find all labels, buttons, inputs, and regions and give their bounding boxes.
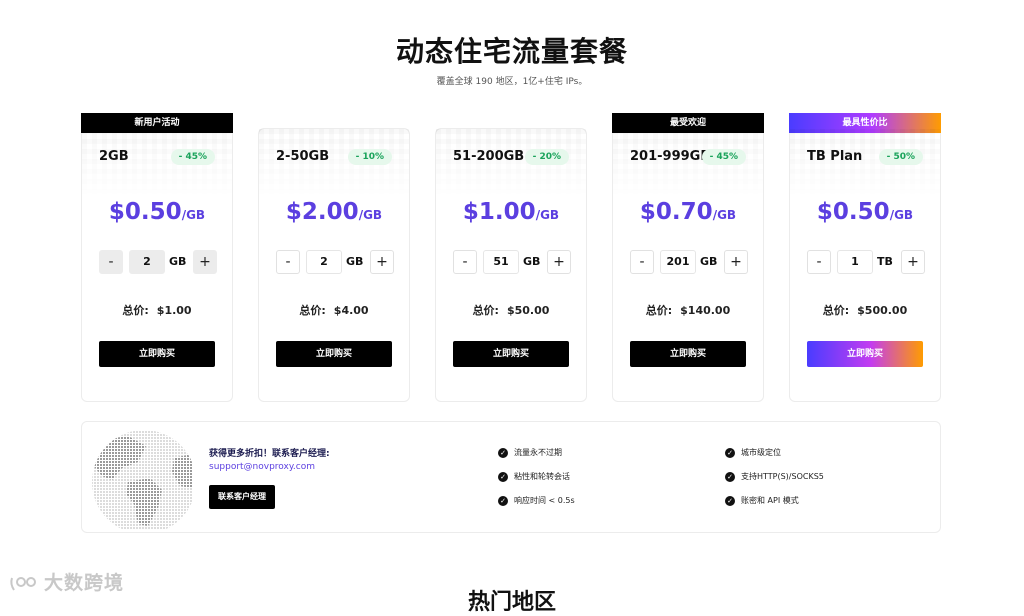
quantity-input[interactable]: 2 xyxy=(129,250,165,274)
contact-manager-button[interactable]: 联系客户经理 xyxy=(209,485,275,509)
decrease-button[interactable]: - xyxy=(807,250,831,274)
discount-badge: - 45% xyxy=(170,149,215,165)
total-price: 总价: $140.00 xyxy=(613,302,763,318)
page-subtitle: 覆盖全球 190 地区，1亿+住宅 IPs。 xyxy=(436,77,588,87)
total-label: 总价: xyxy=(822,304,850,317)
price-amount: $0.50 xyxy=(108,199,182,225)
discount-badge: - 10% xyxy=(347,149,392,165)
total-label: 总价: xyxy=(122,304,149,317)
increase-button[interactable]: + xyxy=(724,250,748,274)
total-label: 总价: xyxy=(472,304,499,317)
quantity-input[interactable]: 51 xyxy=(483,250,519,274)
quantity-unit: GB xyxy=(169,255,187,268)
quantity-unit: GB xyxy=(523,255,541,268)
plan-price: $2.00/GB xyxy=(259,199,409,225)
quantity-stepper: - 2 GB + xyxy=(276,250,394,276)
price-amount: $1.00 xyxy=(462,199,536,225)
price-unit: /GB xyxy=(889,208,914,222)
plan-name: 2-50GB xyxy=(276,149,330,164)
total-value: $50.00 xyxy=(506,304,550,317)
plan-name: 51-200GB xyxy=(453,149,525,164)
discount-contact-text: 获得更多折扣！联系客户经理: xyxy=(209,449,330,459)
discount-badge: - 20% xyxy=(524,149,569,165)
plan-price: $0.50/GB xyxy=(790,199,940,225)
decrease-button[interactable]: - xyxy=(99,250,123,274)
quantity-input[interactable]: 201 xyxy=(660,250,696,274)
buy-now-button[interactable]: 立即购买 xyxy=(276,341,392,367)
quantity-input[interactable]: 1 xyxy=(837,250,873,274)
feature-item: ✓ 支持HTTP(S)/SOCKS5 xyxy=(725,471,824,483)
globe-icon xyxy=(92,430,192,530)
plan-name: 201-999GB xyxy=(630,149,711,164)
quantity-unit: TB xyxy=(877,255,893,268)
decrease-button[interactable]: - xyxy=(453,250,477,274)
price-amount: $0.70 xyxy=(639,199,713,225)
check-icon: ✓ xyxy=(498,472,508,482)
buy-now-button[interactable]: 立即购买 xyxy=(99,341,215,367)
quantity-stepper: - 51 GB + xyxy=(453,250,571,276)
total-price: 总价: $500.00 xyxy=(790,302,940,318)
quantity-input[interactable]: 2 xyxy=(306,250,342,274)
quantity-unit: GB xyxy=(700,255,718,268)
contact-panel: 获得更多折扣！联系客户经理: support@novproxy.com 联系客户… xyxy=(81,421,941,533)
discount-badge: - 45% xyxy=(701,149,746,165)
price-unit: /GB xyxy=(181,208,206,222)
check-icon: ✓ xyxy=(725,496,735,506)
increase-button[interactable]: + xyxy=(901,250,925,274)
support-email-link[interactable]: support@novproxy.com xyxy=(209,462,315,472)
feature-item: ✓ 流量永不过期 xyxy=(498,447,562,459)
plan-name: TB Plan xyxy=(807,149,863,164)
plan-card-201-999gb: 最受欢迎 201-999GB - 45% $0.70/GB - 201 GB +… xyxy=(612,113,764,402)
plan-price: $0.50/GB xyxy=(82,199,232,225)
total-price: 总价: $1.00 xyxy=(82,302,232,318)
discount-badge: - 50% xyxy=(878,149,923,165)
increase-button[interactable]: + xyxy=(547,250,571,274)
total-value: $4.00 xyxy=(333,304,369,317)
plan-card-51-200gb: 51-200GB - 20% $1.00/GB - 51 GB + 总价: $50… xyxy=(435,128,587,402)
decrease-button[interactable]: - xyxy=(630,250,654,274)
section-heading-popular-regions: 热门地区 xyxy=(467,590,556,615)
increase-button[interactable]: + xyxy=(193,250,217,274)
plan-card-2gb: 新用户活动 2GB - 45% $0.50/GB - 2 GB + 总价: $1.… xyxy=(81,113,233,402)
price-amount: $2.00 xyxy=(285,199,359,225)
decrease-button[interactable]: - xyxy=(276,250,300,274)
check-icon: ✓ xyxy=(498,448,508,458)
price-amount: $0.50 xyxy=(816,199,890,225)
feature-item: ✓ 响应时间 < 0.5s xyxy=(498,495,575,507)
total-price: 总价: $50.00 xyxy=(436,302,586,318)
price-unit: /GB xyxy=(535,208,560,222)
buy-now-button[interactable]: 立即购买 xyxy=(630,341,746,367)
feature-item: ✓ 账密和 API 模式 xyxy=(725,495,799,507)
total-price: 总价: $4.00 xyxy=(259,302,409,318)
quantity-stepper: - 1 TB + xyxy=(807,250,925,276)
total-value: $140.00 xyxy=(680,304,731,317)
quantity-stepper: - 2 GB + xyxy=(99,250,217,276)
quantity-unit: GB xyxy=(346,255,364,268)
total-value: $1.00 xyxy=(156,304,192,317)
increase-button[interactable]: + xyxy=(370,250,394,274)
total-label: 总价: xyxy=(299,304,326,317)
plan-name: 2GB xyxy=(99,149,129,164)
check-icon: ✓ xyxy=(498,496,508,506)
plan-card-2-50gb: 2-50GB - 10% $2.00/GB - 2 GB + 总价: $4.00 … xyxy=(258,128,410,402)
check-icon: ✓ xyxy=(725,448,735,458)
buy-now-button[interactable]: 立即购买 xyxy=(807,341,923,367)
total-label: 总价: xyxy=(645,304,673,317)
total-value: $500.00 xyxy=(857,304,908,317)
plan-card-tb-plan: 最具性价比 TB Plan - 50% $0.50/GB - 1 TB + 总价… xyxy=(789,113,941,402)
page-title: 动态住宅流量套餐 xyxy=(395,35,628,68)
check-icon: ✓ xyxy=(725,472,735,482)
plan-price: $1.00/GB xyxy=(436,199,586,225)
quantity-stepper: - 201 GB + xyxy=(630,250,748,276)
buy-now-button[interactable]: 立即购买 xyxy=(453,341,569,367)
feature-item: ✓ 粘性和轮转会话 xyxy=(498,471,570,483)
price-unit: /GB xyxy=(358,208,383,222)
plan-price: $0.70/GB xyxy=(613,199,763,225)
price-unit: /GB xyxy=(712,208,737,222)
feature-item: ✓ 城市级定位 xyxy=(725,447,781,459)
